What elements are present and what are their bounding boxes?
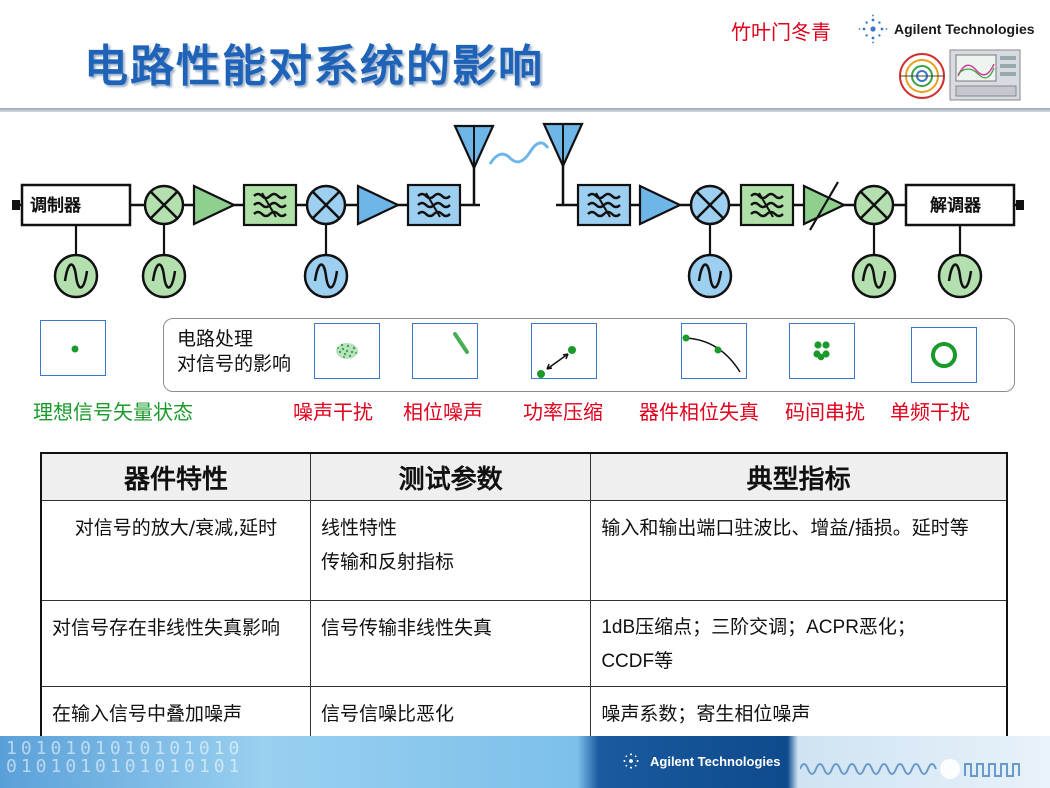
demodulator-label: 解调器	[930, 195, 982, 216]
author-name: 竹叶门冬青	[731, 20, 831, 44]
mixer-icon	[305, 184, 347, 226]
footer-digits: 1010101010101010 0101010101010101	[6, 740, 243, 776]
footer-waveform-decoration	[800, 759, 1020, 779]
caption-phase-distortion: 器件相位失真	[639, 400, 759, 424]
table-cell: 输入和输出端口驻波比、增益/插损。延时等	[590, 500, 1008, 601]
table-cell: 信号传输非线性失真	[309, 600, 592, 687]
modulator-label: 调制器	[30, 195, 82, 216]
footer-digits-line: 0101010101010101	[6, 756, 244, 777]
agilent-spark-icon	[623, 753, 639, 769]
panel-label-line2: 对信号的影响	[177, 353, 292, 375]
caption-phase-noise: 相位噪声	[403, 400, 483, 424]
amplifier-icon	[356, 184, 401, 226]
header-typical-spec: 典型指标	[590, 452, 1008, 501]
header-test-parameter: 测试参数	[309, 452, 592, 501]
oscillator-icon	[53, 253, 99, 299]
variable-gain-amplifier-icon	[802, 181, 847, 231]
oscillator-icon	[303, 253, 349, 299]
footer-band: 1010101010101010 0101010101010101 Agilen…	[0, 736, 1050, 788]
table-cell: 对信号的放大/衰减,延时	[40, 500, 311, 601]
smith-chart-icon	[899, 53, 945, 99]
filter-icon	[242, 183, 298, 227]
mixer-icon	[143, 184, 185, 226]
table-cell: 在输入信号中叠加噪声	[40, 686, 311, 739]
caption-compression: 功率压缩	[523, 400, 603, 424]
spec-table: 器件特性 测试参数 典型指标 对信号的放大/衰减,延时 线性特性 传输和反射指标…	[40, 452, 1008, 739]
table-cell: 信号信噪比恶化	[309, 686, 592, 739]
table-row: 对信号的放大/衰减,延时 线性特性 传输和反射指标 输入和输出端口驻波比、增益/…	[40, 500, 1008, 601]
agilent-logo: Agilent Technologies	[858, 14, 1035, 44]
agilent-spark-icon	[858, 14, 888, 44]
oscillator-lines	[74, 224, 962, 254]
single-tone-constellation	[911, 327, 977, 383]
compression-constellation	[531, 323, 597, 379]
isi-constellation	[789, 323, 855, 379]
table-row: 对信号存在非线性失真影响 信号传输非线性失真 1dB压缩点；三阶交调；ACPR恶…	[40, 600, 1008, 687]
effects-panel-label: 电路处理 对信号的影响	[177, 327, 291, 377]
amplifier-icon	[192, 184, 237, 226]
rx-antenna-icon	[542, 122, 584, 205]
amplifier-icon	[638, 184, 683, 226]
caption-isi: 码间串扰	[785, 400, 865, 424]
table-cell: 对信号存在非线性失真影响	[40, 600, 311, 687]
oscillator-icon	[141, 253, 187, 299]
footer-brand-name: Agilent Technologies	[650, 753, 781, 769]
filter-icon	[739, 183, 795, 227]
mixer-icon	[689, 184, 731, 226]
cell-line: 线性特性	[320, 517, 397, 539]
table-row: 在输入信号中叠加噪声 信号信噪比恶化 噪声系数；寄生相位噪声	[40, 686, 1008, 739]
table-cell: 噪声系数；寄生相位噪声	[590, 686, 1008, 739]
oscillator-icon	[851, 253, 897, 299]
oscillator-icon	[687, 253, 733, 299]
table-cell: 线性特性 传输和反射指标	[309, 500, 592, 601]
cell-line: 1dB压缩点；三阶交调；ACPR恶化；	[601, 617, 916, 638]
page-title: 电路性能对系统的影响	[84, 41, 544, 92]
ideal-caption: 理想信号矢量状态	[33, 400, 193, 424]
phase-noise-constellation	[412, 323, 478, 379]
header-divider	[0, 108, 1050, 112]
header-device-property: 器件特性	[40, 452, 311, 501]
filter-icon	[406, 183, 462, 227]
oscillator-icon	[937, 253, 983, 299]
instrument-photo	[899, 49, 1021, 101]
brand-name: Agilent Technologies	[894, 21, 1035, 37]
ideal-constellation	[40, 320, 106, 376]
phase-distortion-constellation	[681, 323, 747, 379]
radio-wave-icon	[488, 141, 550, 165]
cell-line: CCDF等	[601, 651, 674, 672]
caption-single-tone: 单频干扰	[890, 400, 970, 424]
noise-constellation	[314, 323, 380, 379]
rf-block-diagram: 调制器 解调器	[12, 122, 1024, 299]
table-cell: 1dB压缩点；三阶交调；ACPR恶化； CCDF等	[590, 600, 1008, 687]
caption-noise: 噪声干扰	[293, 400, 373, 424]
footer-agilent-logo: Agilent Technologies	[620, 750, 781, 772]
panel-label-line1: 电路处理	[177, 328, 254, 350]
table-header-row: 器件特性 测试参数 典型指标	[40, 452, 1008, 501]
cell-line: 传输和反射指标	[320, 551, 454, 573]
filter-icon	[576, 183, 632, 227]
cell-line: 输入和输出端口驻波比、增益/插损。延时等	[601, 517, 969, 539]
mixer-icon	[853, 184, 895, 226]
